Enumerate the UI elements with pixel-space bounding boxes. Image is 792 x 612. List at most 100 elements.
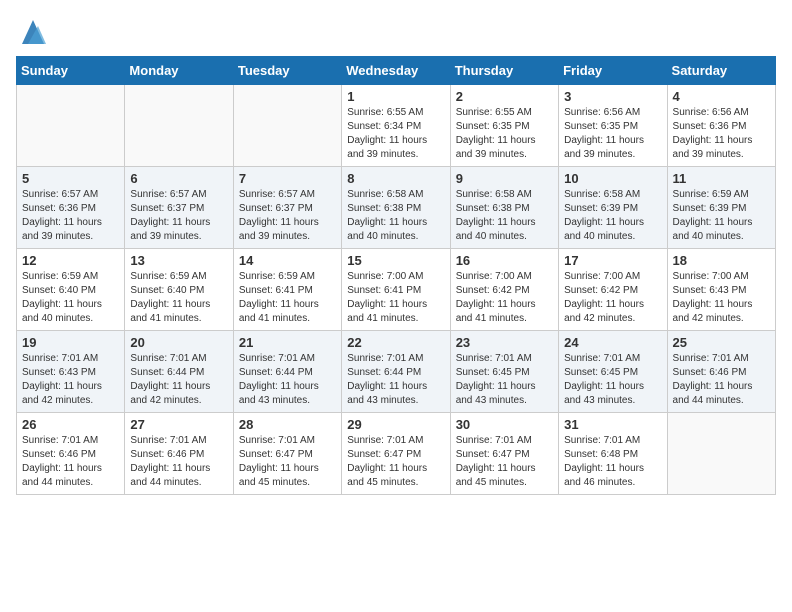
- calendar-cell: 19 Sunrise: 7:01 AM Sunset: 6:43 PM Dayli…: [17, 331, 125, 413]
- calendar-cell: 1 Sunrise: 6:55 AM Sunset: 6:34 PM Daylig…: [342, 85, 450, 167]
- day-info: Sunrise: 6:58 AM Sunset: 6:39 PM Dayligh…: [564, 188, 661, 244]
- calendar-cell: 23 Sunrise: 7:01 AM Sunset: 6:45 PM Dayli…: [450, 331, 558, 413]
- calendar-cell: [125, 85, 233, 167]
- calendar-cell: 27 Sunrise: 7:01 AM Sunset: 6:46 PM Dayli…: [125, 413, 233, 495]
- calendar-cell: 20 Sunrise: 7:01 AM Sunset: 6:44 PM Dayli…: [125, 331, 233, 413]
- calendar-cell: 26 Sunrise: 7:01 AM Sunset: 6:46 PM Dayli…: [17, 413, 125, 495]
- calendar-week-row: 26 Sunrise: 7:01 AM Sunset: 6:46 PM Dayli…: [17, 413, 776, 495]
- calendar-header-row: SundayMondayTuesdayWednesdayThursdayFrid…: [17, 57, 776, 85]
- day-info: Sunrise: 7:01 AM Sunset: 6:48 PM Dayligh…: [564, 434, 661, 490]
- logo: [16, 16, 48, 44]
- day-info: Sunrise: 7:01 AM Sunset: 6:46 PM Dayligh…: [130, 434, 227, 490]
- day-number: 30: [456, 417, 553, 432]
- weekday-header: Sunday: [17, 57, 125, 85]
- calendar-cell: 24 Sunrise: 7:01 AM Sunset: 6:45 PM Dayli…: [559, 331, 667, 413]
- calendar-cell: 25Sunrise: 7:01 AM Sunset: 6:46 PM Dayli…: [667, 331, 775, 413]
- calendar-cell: 6Sunrise: 6:57 AM Sunset: 6:37 PM Daylig…: [125, 167, 233, 249]
- calendar-cell: 28 Sunrise: 7:01 AM Sunset: 6:47 PM Dayli…: [233, 413, 341, 495]
- day-number: 23: [456, 335, 553, 350]
- day-info: Sunrise: 6:59 AM Sunset: 6:40 PM Dayligh…: [22, 270, 119, 326]
- calendar-cell: 13 Sunrise: 6:59 AM Sunset: 6:40 PM Dayli…: [125, 249, 233, 331]
- page-header: [16, 16, 776, 44]
- day-number: 17: [564, 253, 661, 268]
- calendar-cell: 5Sunrise: 6:57 AM Sunset: 6:36 PM Daylig…: [17, 167, 125, 249]
- day-info: Sunrise: 6:59 AM Sunset: 6:41 PM Dayligh…: [239, 270, 336, 326]
- day-number: 24: [564, 335, 661, 350]
- weekday-header: Monday: [125, 57, 233, 85]
- day-info: Sunrise: 6:55 AM Sunset: 6:35 PM Dayligh…: [456, 106, 553, 162]
- calendar-cell: 10 Sunrise: 6:58 AM Sunset: 6:39 PM Dayli…: [559, 167, 667, 249]
- calendar-cell: 21 Sunrise: 7:01 AM Sunset: 6:44 PM Dayli…: [233, 331, 341, 413]
- day-info: Sunrise: 7:01 AM Sunset: 6:47 PM Dayligh…: [239, 434, 336, 490]
- weekday-header: Thursday: [450, 57, 558, 85]
- calendar-cell: 4 Sunrise: 6:56 AM Sunset: 6:36 PM Daylig…: [667, 85, 775, 167]
- day-number: 15: [347, 253, 444, 268]
- day-number: 20: [130, 335, 227, 350]
- calendar-week-row: 1 Sunrise: 6:55 AM Sunset: 6:34 PM Daylig…: [17, 85, 776, 167]
- day-info: Sunrise: 6:57 AM Sunset: 6:36 PM Dayligh…: [22, 188, 119, 244]
- day-number: 16: [456, 253, 553, 268]
- day-info: Sunrise: 6:58 AM Sunset: 6:38 PM Dayligh…: [456, 188, 553, 244]
- day-number: 8: [347, 171, 444, 186]
- day-info: Sunrise: 7:01 AM Sunset: 6:47 PM Dayligh…: [456, 434, 553, 490]
- calendar-cell: 14 Sunrise: 6:59 AM Sunset: 6:41 PM Dayli…: [233, 249, 341, 331]
- day-number: 21: [239, 335, 336, 350]
- day-info: Sunrise: 6:56 AM Sunset: 6:36 PM Dayligh…: [673, 106, 770, 162]
- day-number: 25: [673, 335, 770, 350]
- calendar-cell: 15 Sunrise: 7:00 AM Sunset: 6:41 PM Dayli…: [342, 249, 450, 331]
- day-number: 10: [564, 171, 661, 186]
- day-info: Sunrise: 6:57 AM Sunset: 6:37 PM Dayligh…: [239, 188, 336, 244]
- day-info: Sunrise: 7:01 AM Sunset: 6:44 PM Dayligh…: [130, 352, 227, 408]
- day-number: 18: [673, 253, 770, 268]
- day-info: Sunrise: 7:00 AM Sunset: 6:43 PM Dayligh…: [673, 270, 770, 326]
- calendar-cell: 2 Sunrise: 6:55 AM Sunset: 6:35 PM Daylig…: [450, 85, 558, 167]
- day-number: 14: [239, 253, 336, 268]
- day-number: 26: [22, 417, 119, 432]
- day-number: 6: [130, 171, 227, 186]
- calendar-cell: 31 Sunrise: 7:01 AM Sunset: 6:48 PM Dayli…: [559, 413, 667, 495]
- calendar-week-row: 5Sunrise: 6:57 AM Sunset: 6:36 PM Daylig…: [17, 167, 776, 249]
- day-number: 19: [22, 335, 119, 350]
- calendar-cell: [667, 413, 775, 495]
- day-info: Sunrise: 7:01 AM Sunset: 6:45 PM Dayligh…: [456, 352, 553, 408]
- day-info: Sunrise: 7:00 AM Sunset: 6:42 PM Dayligh…: [564, 270, 661, 326]
- calendar-cell: 29 Sunrise: 7:01 AM Sunset: 6:47 PM Dayli…: [342, 413, 450, 495]
- day-number: 29: [347, 417, 444, 432]
- day-info: Sunrise: 7:01 AM Sunset: 6:43 PM Dayligh…: [22, 352, 119, 408]
- day-info: Sunrise: 6:59 AM Sunset: 6:40 PM Dayligh…: [130, 270, 227, 326]
- day-number: 1: [347, 89, 444, 104]
- calendar-cell: 16Sunrise: 7:00 AM Sunset: 6:42 PM Dayli…: [450, 249, 558, 331]
- calendar-week-row: 19 Sunrise: 7:01 AM Sunset: 6:43 PM Dayli…: [17, 331, 776, 413]
- calendar-week-row: 12 Sunrise: 6:59 AM Sunset: 6:40 PM Dayli…: [17, 249, 776, 331]
- weekday-header: Tuesday: [233, 57, 341, 85]
- calendar-cell: [17, 85, 125, 167]
- day-number: 9: [456, 171, 553, 186]
- day-info: Sunrise: 7:01 AM Sunset: 6:47 PM Dayligh…: [347, 434, 444, 490]
- calendar-cell: 8 Sunrise: 6:58 AM Sunset: 6:38 PM Daylig…: [342, 167, 450, 249]
- day-info: Sunrise: 6:55 AM Sunset: 6:34 PM Dayligh…: [347, 106, 444, 162]
- day-info: Sunrise: 6:58 AM Sunset: 6:38 PM Dayligh…: [347, 188, 444, 244]
- day-info: Sunrise: 7:01 AM Sunset: 6:46 PM Dayligh…: [22, 434, 119, 490]
- day-info: Sunrise: 7:01 AM Sunset: 6:44 PM Dayligh…: [239, 352, 336, 408]
- day-number: 13: [130, 253, 227, 268]
- weekday-header: Wednesday: [342, 57, 450, 85]
- day-number: 11: [673, 171, 770, 186]
- day-number: 28: [239, 417, 336, 432]
- day-info: Sunrise: 7:00 AM Sunset: 6:41 PM Dayligh…: [347, 270, 444, 326]
- day-info: Sunrise: 6:56 AM Sunset: 6:35 PM Dayligh…: [564, 106, 661, 162]
- calendar-table: SundayMondayTuesdayWednesdayThursdayFrid…: [16, 56, 776, 495]
- calendar-cell: [233, 85, 341, 167]
- weekday-header: Friday: [559, 57, 667, 85]
- logo-icon: [18, 16, 48, 44]
- day-info: Sunrise: 7:01 AM Sunset: 6:44 PM Dayligh…: [347, 352, 444, 408]
- day-number: 3: [564, 89, 661, 104]
- day-number: 2: [456, 89, 553, 104]
- weekday-header: Saturday: [667, 57, 775, 85]
- day-number: 31: [564, 417, 661, 432]
- day-number: 4: [673, 89, 770, 104]
- day-number: 7: [239, 171, 336, 186]
- day-number: 12: [22, 253, 119, 268]
- calendar-cell: 3 Sunrise: 6:56 AM Sunset: 6:35 PM Daylig…: [559, 85, 667, 167]
- day-number: 27: [130, 417, 227, 432]
- day-info: Sunrise: 7:01 AM Sunset: 6:45 PM Dayligh…: [564, 352, 661, 408]
